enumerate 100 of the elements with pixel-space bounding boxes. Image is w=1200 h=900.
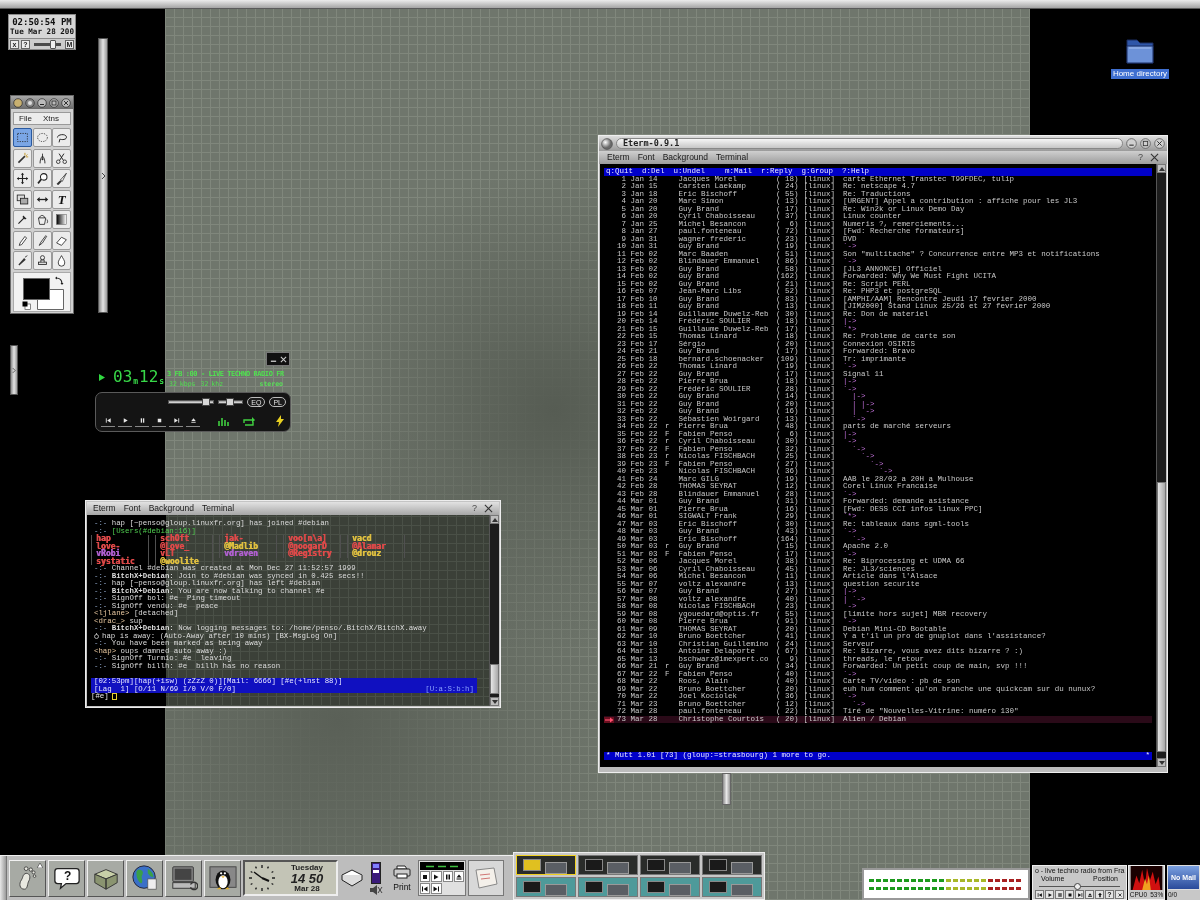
side-drawer-handle[interactable] bbox=[98, 38, 108, 313]
workspace-thumbnail[interactable] bbox=[516, 877, 576, 897]
workspace-thumbnail[interactable] bbox=[578, 855, 638, 875]
eject-button[interactable] bbox=[1085, 890, 1094, 899]
drawer-handle[interactable] bbox=[10, 345, 18, 395]
user-nick[interactable]: hap bbox=[91, 535, 149, 543]
slider-thumb[interactable] bbox=[202, 398, 211, 406]
close-icon[interactable] bbox=[1154, 138, 1165, 149]
sphere-icon[interactable] bbox=[13, 97, 23, 108]
help-launcher[interactable]: ? bbox=[48, 859, 85, 897]
repeat-icon[interactable] bbox=[242, 416, 255, 426]
scrollbar-thumb[interactable] bbox=[490, 664, 499, 694]
print-label[interactable]: Print bbox=[393, 882, 411, 892]
user-nick[interactable]: vacd bbox=[347, 535, 405, 543]
slider-track[interactable] bbox=[34, 42, 61, 46]
window-handle[interactable] bbox=[722, 773, 731, 805]
scroll-up-button[interactable] bbox=[1157, 164, 1166, 173]
tool-button[interactable] bbox=[13, 210, 32, 229]
stop-button[interactable] bbox=[1065, 890, 1074, 899]
computer-launcher[interactable] bbox=[165, 859, 202, 897]
menu-item[interactable]: Background bbox=[148, 504, 195, 513]
menu-item[interactable]: Terminal bbox=[716, 153, 749, 162]
stop-button[interactable] bbox=[420, 871, 431, 882]
maximize-icon[interactable] bbox=[49, 97, 59, 108]
maximize-icon[interactable] bbox=[1140, 138, 1151, 149]
scrollbar[interactable] bbox=[489, 515, 499, 706]
next-button[interactable] bbox=[169, 415, 183, 427]
equalizer-icon[interactable] bbox=[217, 416, 229, 426]
penguin-launcher[interactable] bbox=[204, 859, 241, 897]
help-menu[interactable]: ? bbox=[1138, 153, 1143, 162]
user-nick[interactable]: love- bbox=[91, 542, 149, 550]
foreground-swatch[interactable] bbox=[23, 278, 50, 300]
play-button[interactable] bbox=[431, 871, 442, 882]
globe-launcher[interactable] bbox=[126, 859, 163, 897]
tool-button[interactable] bbox=[52, 210, 72, 229]
prev-button[interactable] bbox=[420, 883, 431, 894]
user-nick[interactable]: @Madlib bbox=[219, 542, 277, 550]
tool-button[interactable] bbox=[32, 189, 52, 209]
play-button[interactable] bbox=[1045, 890, 1054, 899]
icon-label[interactable]: Home directory bbox=[1110, 69, 1170, 79]
next-button[interactable] bbox=[1075, 890, 1084, 899]
toolbox-launcher[interactable] bbox=[87, 859, 124, 897]
workspace-thumbnail[interactable] bbox=[578, 877, 638, 897]
foot-launcher[interactable] bbox=[9, 859, 46, 897]
next-button[interactable] bbox=[431, 883, 442, 894]
close-icon[interactable] bbox=[1150, 153, 1159, 162]
scroll-down-button[interactable] bbox=[490, 697, 499, 706]
menu-item[interactable]: Xtns bbox=[42, 114, 59, 123]
workspace-thumbnail[interactable] bbox=[640, 855, 700, 875]
menu-item[interactable]: Eterm bbox=[93, 504, 116, 513]
pause-button[interactable] bbox=[442, 871, 453, 882]
tool-button[interactable] bbox=[13, 251, 32, 270]
slider-track[interactable] bbox=[168, 400, 214, 404]
printer-icon[interactable] bbox=[393, 864, 411, 879]
tool-button[interactable] bbox=[13, 189, 32, 209]
user-nick[interactable]: @drouz bbox=[347, 550, 405, 558]
swap-arrows-icon[interactable] bbox=[54, 276, 64, 286]
slider-thumb[interactable] bbox=[49, 39, 56, 49]
scrollbar-thumb[interactable] bbox=[1157, 482, 1166, 752]
workspace-thumbnail[interactable] bbox=[702, 855, 762, 875]
tool-button[interactable] bbox=[13, 169, 32, 188]
close-icon[interactable] bbox=[484, 504, 493, 513]
menu-item[interactable]: Font bbox=[123, 504, 141, 513]
tool-button[interactable] bbox=[32, 169, 52, 188]
workspace-thumbnail[interactable] bbox=[640, 877, 700, 897]
menu-item[interactable]: File bbox=[19, 114, 32, 123]
close-button[interactable] bbox=[1115, 890, 1124, 899]
ring-icon[interactable] bbox=[25, 97, 35, 108]
slider-thumb[interactable] bbox=[226, 398, 235, 406]
menu-item[interactable]: Font bbox=[637, 153, 655, 162]
menu-item[interactable]: Background bbox=[662, 153, 709, 162]
pause-button[interactable] bbox=[135, 415, 149, 427]
muted-speaker-icon[interactable] bbox=[369, 884, 383, 895]
background-swatch[interactable] bbox=[37, 289, 64, 310]
help-menu[interactable]: ? bbox=[472, 504, 477, 513]
menu-item[interactable]: Terminal bbox=[202, 504, 235, 513]
tray-icon[interactable] bbox=[340, 869, 364, 887]
scroll-down-button[interactable] bbox=[1157, 758, 1166, 767]
minimize-icon[interactable] bbox=[37, 97, 47, 108]
panel-handle[interactable] bbox=[0, 856, 7, 900]
tool-button[interactable] bbox=[52, 128, 72, 147]
tool-button[interactable]: T bbox=[52, 189, 72, 209]
menu-item[interactable]: Eterm bbox=[607, 153, 630, 162]
prev-button[interactable] bbox=[1035, 890, 1044, 899]
tool-button[interactable] bbox=[32, 251, 52, 270]
eject-button[interactable] bbox=[453, 871, 464, 882]
mixer-slider-icon[interactable] bbox=[371, 861, 381, 884]
note-paper-icon[interactable] bbox=[473, 866, 499, 890]
user-nick[interactable]: @woolite bbox=[155, 557, 213, 565]
workspace-thumbnail[interactable] bbox=[702, 877, 762, 897]
tool-button[interactable] bbox=[32, 148, 52, 168]
up-button[interactable] bbox=[1095, 890, 1104, 899]
slider-track[interactable] bbox=[217, 400, 244, 404]
scroll-up-button[interactable] bbox=[490, 515, 499, 524]
close-icon[interactable] bbox=[61, 97, 71, 108]
command-input[interactable] bbox=[111, 693, 117, 701]
user-nick[interactable]: systatic bbox=[91, 557, 149, 565]
prev-button[interactable] bbox=[101, 415, 115, 427]
default-colors-icon[interactable] bbox=[22, 301, 31, 310]
sphere-icon[interactable] bbox=[601, 137, 613, 150]
